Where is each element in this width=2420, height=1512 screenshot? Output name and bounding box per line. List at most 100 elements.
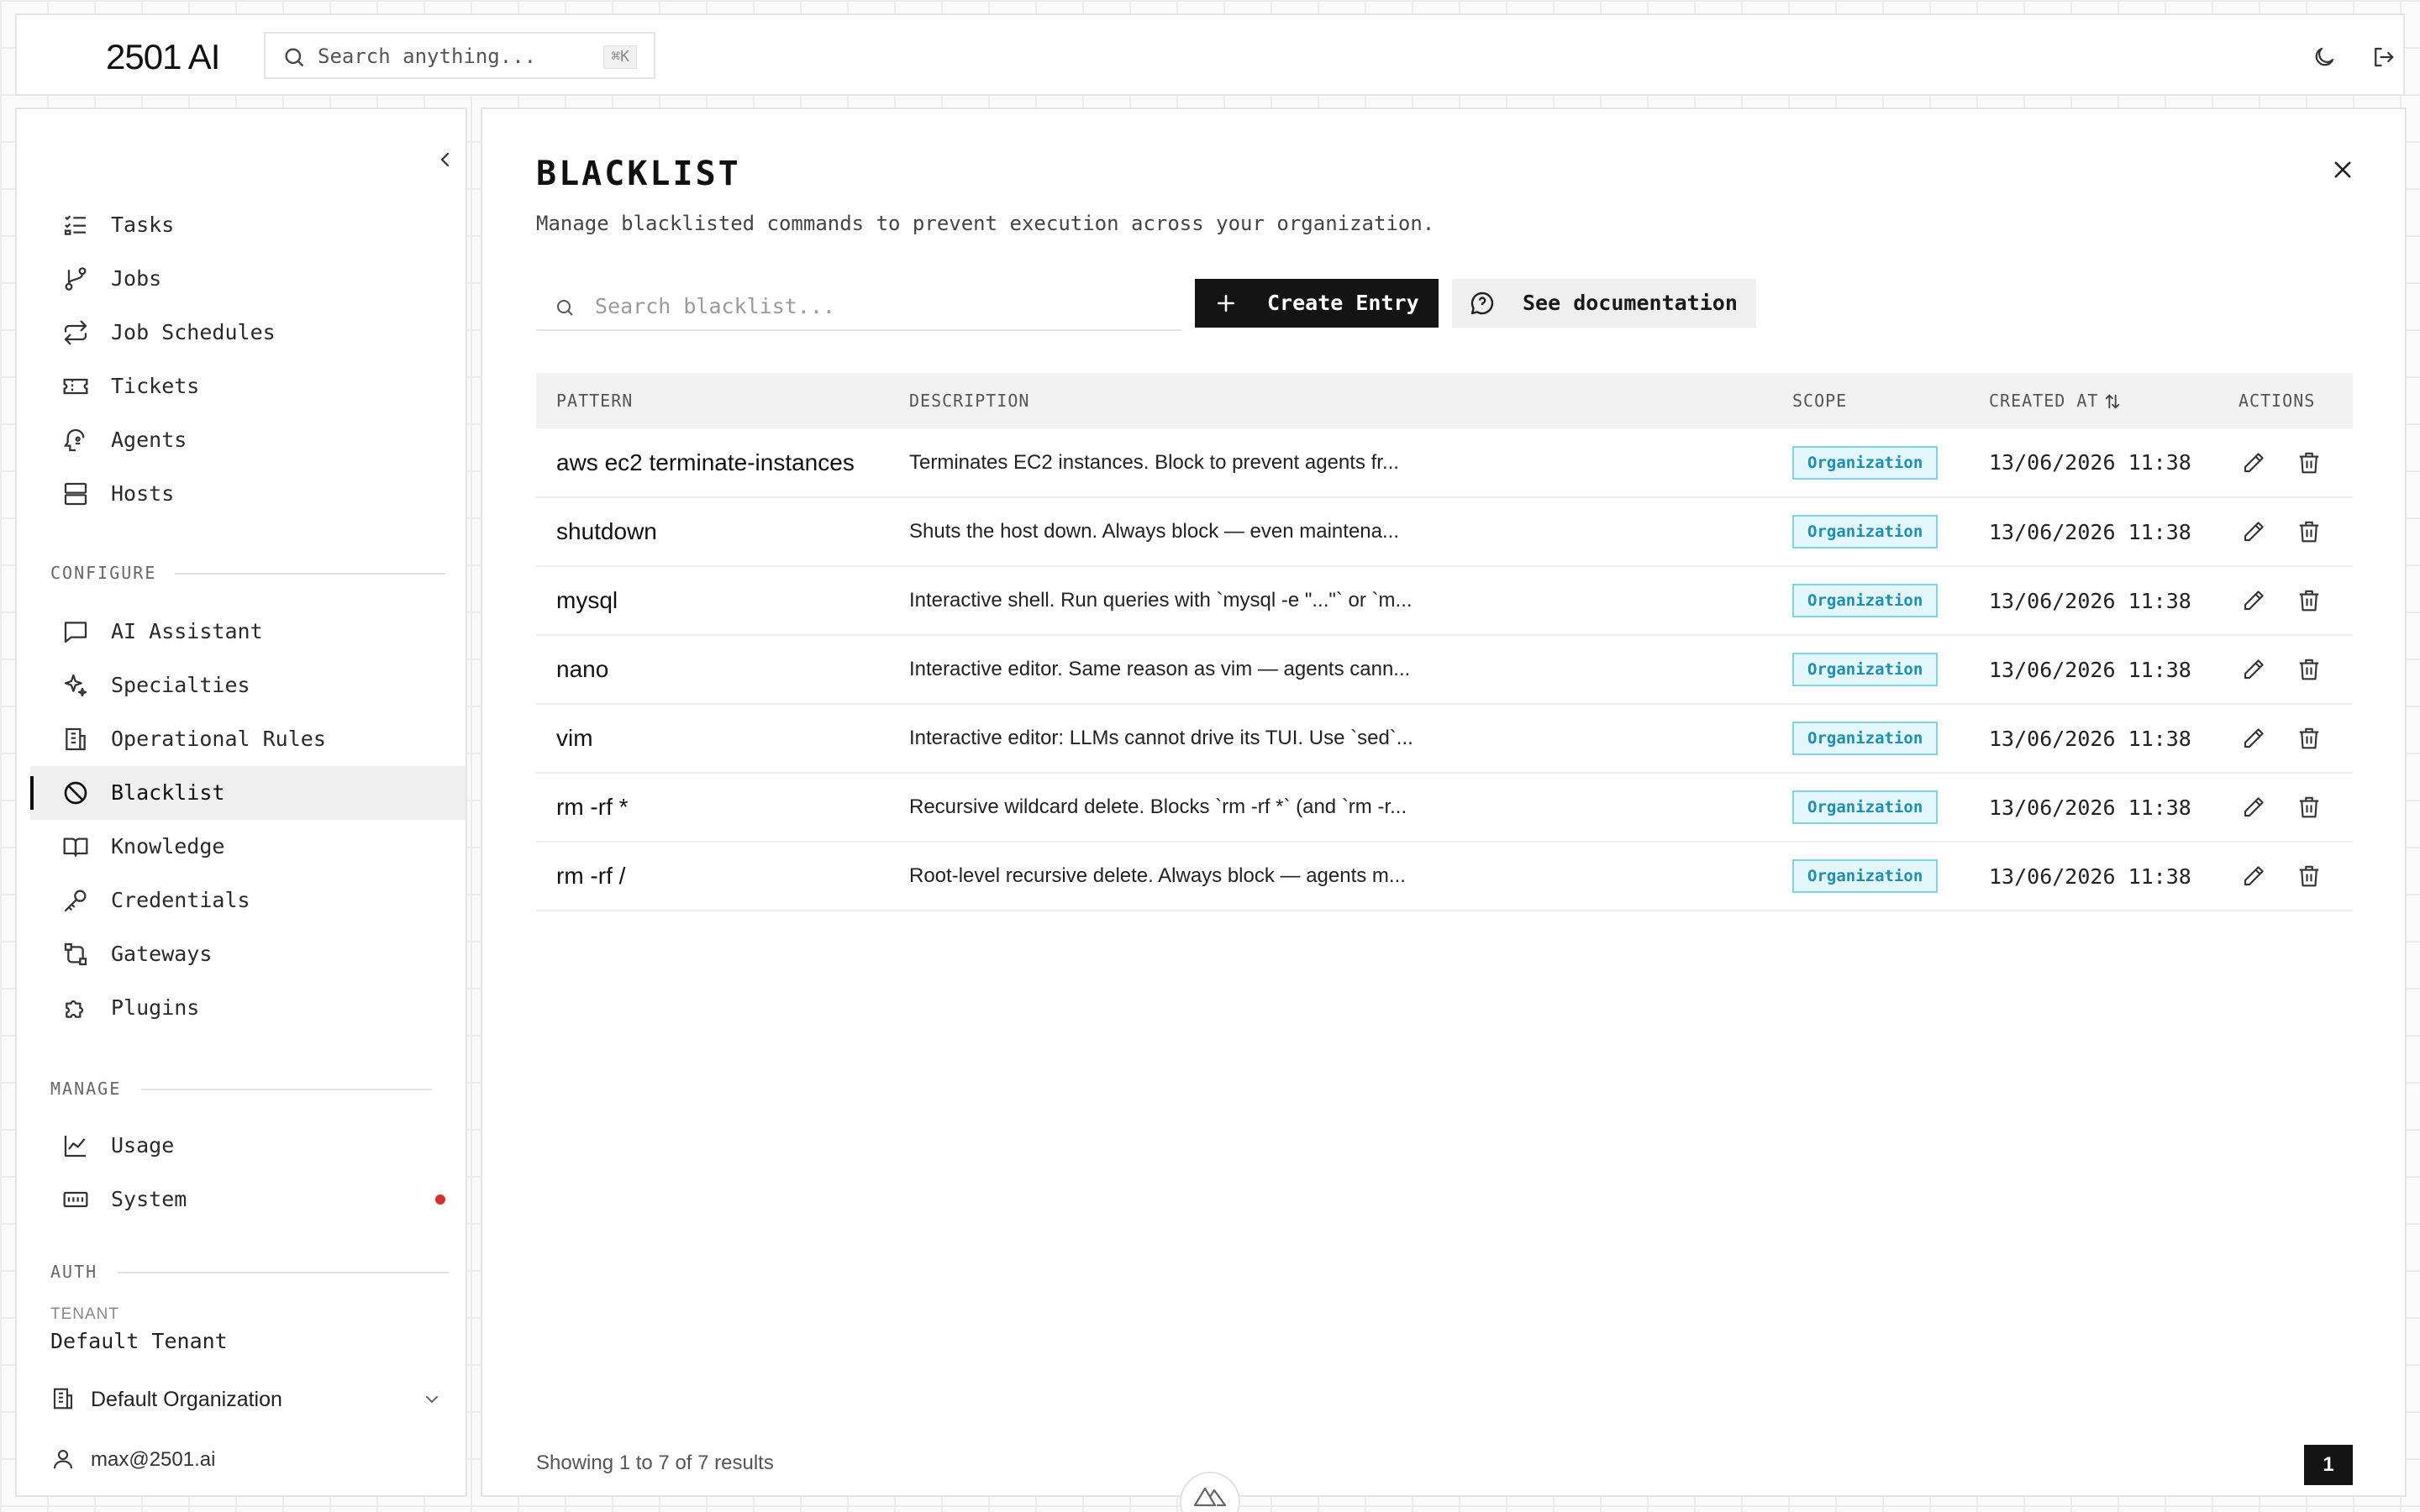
sort-icon[interactable] (2103, 392, 2122, 411)
table-row[interactable]: shutdown Shuts the host down. Always bloc… (536, 497, 2353, 566)
sidebar-item-credentials[interactable]: Credentials (30, 874, 466, 927)
logout-icon[interactable] (2366, 40, 2400, 74)
building-icon (50, 1386, 76, 1411)
moon-icon[interactable] (2307, 40, 2341, 74)
sidebar-item-ai-assistant[interactable]: AI Assistant (30, 605, 466, 659)
edit-icon[interactable] (2238, 585, 2269, 616)
cell-actions (2218, 704, 2353, 773)
edit-icon[interactable] (2238, 654, 2269, 685)
sidebar-item-job-schedules[interactable]: Job Schedules (30, 306, 466, 360)
create-entry-button[interactable]: Create Entry (1195, 279, 1439, 328)
sidebar-item-jobs[interactable]: Jobs (30, 252, 466, 306)
chevron-left-icon (440, 152, 450, 167)
column-header-created-at[interactable]: CREATED AT (1969, 373, 2218, 428)
user-icon (50, 1446, 76, 1472)
system-icon (62, 1186, 91, 1215)
sidebar-item-agents[interactable]: Agents (30, 413, 466, 467)
section-configure: CONFIGURE (50, 563, 157, 583)
edit-icon[interactable] (2238, 517, 2269, 547)
book-icon (62, 833, 91, 862)
edit-icon[interactable] (2238, 723, 2269, 753)
trash-icon[interactable] (2294, 723, 2324, 753)
ticket-icon (62, 373, 91, 402)
cell-pattern: rm -rf * (556, 794, 629, 820)
sidebar-item-gateways[interactable]: Gateways (30, 927, 466, 981)
table-row[interactable]: rm -rf / Root-level recursive delete. Alw… (536, 842, 2353, 911)
blacklist-search[interactable] (536, 281, 1181, 331)
global-search-input[interactable] (318, 42, 570, 71)
cell-created-at: 13/06/2026 11:38 (1989, 795, 2191, 820)
divider (141, 1089, 432, 1090)
sidebar: Tasks Jobs Job Schedules Tickets Agents … (15, 108, 467, 1497)
sidebar-item-tickets[interactable]: Tickets (30, 360, 466, 413)
sidebar-item-tasks[interactable]: Tasks (30, 198, 466, 252)
building-icon (62, 726, 91, 754)
cell-scope: Organization (1772, 704, 1969, 773)
blacklist-search-input[interactable] (595, 291, 1166, 321)
global-search[interactable]: ⌘K (264, 32, 655, 79)
git-branch-icon (62, 265, 91, 294)
tasks-list-icon (62, 212, 91, 240)
page-button-1[interactable]: 1 (2304, 1445, 2353, 1485)
user-info[interactable]: max@2501.ai (50, 1440, 447, 1477)
trash-icon[interactable] (2294, 517, 2324, 547)
cell-description: Shuts the host down. Always block — even… (909, 520, 1399, 543)
scope-badge: Organization (1792, 584, 1939, 617)
sidebar-item-label: Tasks (111, 213, 175, 237)
sidebar-item-knowledge[interactable]: Knowledge (30, 820, 466, 874)
sidebar-item-specialties[interactable]: Specialties (30, 659, 466, 712)
edit-icon[interactable] (2238, 448, 2269, 478)
column-header-scope: SCOPE (1792, 391, 1848, 411)
collapse-sidebar-button[interactable] (418, 133, 472, 186)
organization-select[interactable]: Default Organization (50, 1376, 447, 1420)
table-row[interactable]: rm -rf * Recursive wildcard delete. Block… (536, 773, 2353, 842)
search-icon (555, 297, 575, 318)
sidebar-item-label: Usage (111, 1133, 175, 1158)
page-subtitle: Manage blacklisted commands to prevent e… (536, 212, 1435, 235)
cell-scope: Organization (1772, 842, 1969, 911)
sidebar-item-operational-rules[interactable]: Operational Rules (30, 712, 466, 766)
trash-icon[interactable] (2294, 654, 2324, 685)
sidebar-item-usage[interactable]: Usage (30, 1119, 466, 1173)
created-at-label: CREATED AT (1989, 390, 2099, 411)
divider (175, 573, 445, 575)
pagination-summary: Showing 1 to 7 of 7 results (536, 1452, 774, 1474)
chevron-down-icon (422, 1389, 442, 1410)
cell-scope: Organization (1772, 635, 1969, 704)
cell-description: Terminates EC2 instances. Block to preve… (909, 450, 1399, 474)
scope-badge: Organization (1792, 722, 1939, 755)
sidebar-item-label: Tickets (111, 374, 200, 398)
trash-icon[interactable] (2294, 585, 2324, 616)
table-row[interactable]: nano Interactive editor. Same reason as v… (536, 635, 2353, 704)
table-row[interactable]: mysql Interactive shell. Run queries with… (536, 566, 2353, 635)
sparkles-icon (62, 672, 91, 701)
see-documentation-button[interactable]: See documentation (1452, 279, 1756, 328)
cell-actions (2218, 842, 2353, 911)
app-logo[interactable]: 2501 AI (106, 37, 220, 77)
sidebar-item-blacklist[interactable]: Blacklist (30, 766, 466, 820)
search-icon (282, 45, 306, 69)
section-auth: AUTH (50, 1262, 98, 1282)
trash-icon[interactable] (2294, 792, 2324, 822)
cell-description: Recursive wildcard delete. Blocks `rm -r… (909, 795, 1407, 818)
table-row[interactable]: vim Interactive editor: LLMs cannot drive… (536, 704, 2353, 773)
table-row[interactable]: aws ec2 terminate-instances Terminates EC… (536, 428, 2353, 497)
top-bar: 2501 AI ⌘K (15, 13, 2405, 96)
sidebar-item-system[interactable]: System (30, 1173, 466, 1226)
cell-scope: Organization (1772, 773, 1969, 842)
cell-created-at: 13/06/2026 11:38 (1989, 726, 2191, 751)
sidebar-item-hosts[interactable]: Hosts (30, 467, 466, 521)
edit-icon[interactable] (2238, 792, 2269, 822)
scope-badge: Organization (1792, 859, 1939, 893)
trash-icon[interactable] (2294, 448, 2324, 478)
sidebar-item-label: Job Schedules (111, 320, 276, 344)
sidebar-item-label: AI Assistant (111, 619, 263, 643)
trash-icon[interactable] (2294, 861, 2324, 891)
edit-icon[interactable] (2238, 861, 2269, 891)
agent-icon (62, 427, 91, 455)
scope-badge: Organization (1792, 653, 1939, 686)
cell-actions (2218, 773, 2353, 842)
sidebar-item-label: Blacklist (111, 780, 225, 805)
sidebar-item-plugins[interactable]: Plugins (30, 981, 466, 1035)
close-button[interactable] (2324, 151, 2361, 188)
